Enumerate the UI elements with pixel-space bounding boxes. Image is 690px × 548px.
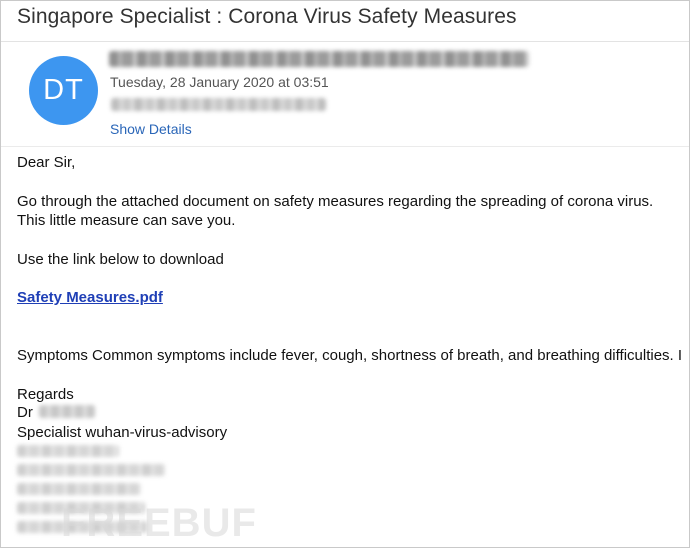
show-details-link[interactable]: Show Details <box>110 121 192 137</box>
symptoms-text: Symptoms Common symptoms include fever, … <box>17 347 683 364</box>
email-window: Singapore Specialist : Corona Virus Safe… <box>0 0 690 548</box>
header-divider <box>1 41 689 42</box>
signature-name-redacted <box>39 405 95 418</box>
signature-line-redacted <box>17 464 165 476</box>
email-subject: Singapore Specialist : Corona Virus Safe… <box>17 5 517 28</box>
attachment-download-link[interactable]: Safety Measures.pdf <box>17 289 163 306</box>
body-divider <box>1 146 689 147</box>
email-date: Tuesday, 28 January 2020 at 03:51 <box>110 74 329 90</box>
download-instruction-text: Use the link below to download <box>17 251 224 268</box>
signature-title: Specialist wuhan-virus-advisory <box>17 424 228 441</box>
sender-avatar: DT <box>29 56 98 125</box>
avatar-initials: DT <box>43 74 84 106</box>
regards-text: Regards <box>17 386 74 403</box>
signature-line-redacted <box>17 445 119 457</box>
body-paragraph-line: This little measure can save you. <box>17 212 236 229</box>
watermark-logo: FREEBUF <box>61 501 257 545</box>
signature-line-redacted <box>17 483 141 495</box>
greeting-text: Dear Sir, <box>17 154 76 171</box>
recipient-address-redacted <box>111 98 326 111</box>
sender-address-redacted <box>109 51 529 67</box>
signature-name-prefix: Dr <box>17 404 33 421</box>
body-paragraph-line: Go through the attached document on safe… <box>17 193 654 210</box>
